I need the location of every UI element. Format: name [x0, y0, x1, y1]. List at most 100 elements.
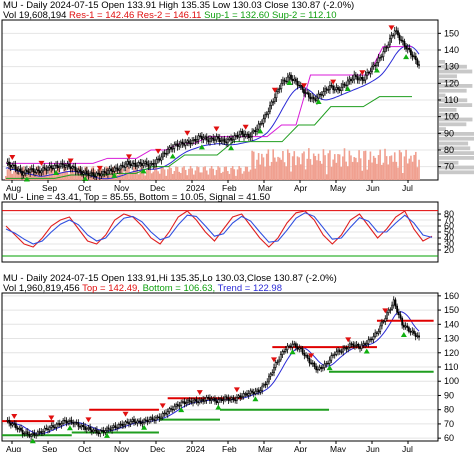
top-candle-body — [215, 136, 218, 141]
bot-candle-body — [406, 325, 409, 328]
bot-candle-body — [148, 419, 151, 423]
volume-bar — [282, 151, 284, 180]
top-candle-body — [359, 77, 362, 80]
volume-bar — [389, 156, 391, 180]
top-candle-body — [217, 136, 220, 139]
top-candle-body — [204, 136, 207, 139]
volume-bar — [414, 151, 417, 180]
top-candle-body — [303, 89, 305, 94]
top-candle-body — [63, 164, 66, 168]
volume-bar — [150, 173, 153, 180]
bot-candle-body — [362, 343, 365, 346]
top-candle-body — [150, 163, 153, 165]
top-candle-body — [154, 163, 156, 166]
top-candle-body — [129, 164, 132, 167]
volume-bar — [74, 175, 77, 180]
bot-tick-label: 100 — [444, 376, 459, 386]
volume-bar — [162, 166, 164, 180]
volume-bar — [405, 149, 407, 180]
bot-candle-body — [144, 419, 147, 421]
volume-bar — [380, 164, 383, 180]
volume-bar — [236, 169, 239, 180]
top-candle-body — [320, 94, 323, 96]
volume-bar — [152, 171, 155, 180]
top-candle-body — [35, 169, 38, 173]
volume-bar — [176, 166, 179, 180]
bot-candle-body — [187, 399, 189, 403]
top-candle-body — [141, 163, 143, 166]
volume-bar — [168, 166, 171, 180]
volume-bar — [350, 155, 352, 180]
bot-candle-body — [192, 400, 194, 404]
oscillator-title: MU - Line = 43.41, Top = 85.55, Bottom =… — [3, 192, 271, 203]
volume-bar — [189, 166, 192, 180]
top-tick-label: 100 — [444, 112, 459, 122]
bot-candle-body — [296, 346, 299, 350]
top-candle-body — [176, 143, 179, 147]
stock-chart: 70 80 90 100 110 120 130 140 150 Aug Sep Oct Nov Dec 2… — [0, 0, 474, 452]
top-candle-body — [260, 123, 263, 125]
bot-candle-body — [131, 419, 134, 422]
top-candle-body — [132, 162, 135, 165]
top-candle-body — [358, 78, 360, 81]
top-candle-body — [333, 89, 336, 91]
volume-bar — [197, 167, 200, 180]
res2-label: Res-2 = 146.11 — [136, 10, 202, 21]
bot-candle-body — [65, 420, 68, 424]
bot-candle-body — [109, 428, 112, 431]
bot-candle-body — [310, 362, 312, 365]
volume-bar — [413, 154, 415, 180]
top-candle-body — [367, 71, 370, 74]
bot-candle-body — [278, 359, 280, 363]
bot-tick-label: 60 — [444, 433, 454, 443]
bot-candle-body — [30, 434, 33, 437]
volume-bar — [408, 158, 411, 180]
volume-bar — [293, 151, 296, 180]
bot-candle-body — [18, 427, 21, 430]
top-candle-body — [197, 135, 200, 140]
bot-candle-body — [244, 393, 247, 395]
bottom-volume-label: Vol 1,960,819,456 — [3, 283, 80, 294]
top-candle-body — [275, 91, 278, 99]
bot-candle-body — [300, 347, 302, 350]
top-candle-body — [259, 123, 262, 125]
bot-candle-body — [158, 416, 161, 419]
volume-bar — [180, 173, 182, 180]
volume-bar — [358, 150, 360, 180]
volume-bar — [398, 150, 401, 180]
volume-bar — [249, 169, 252, 180]
bot-candle-body — [60, 423, 63, 426]
bot-candle-body — [70, 419, 73, 424]
bot-candle-body — [166, 411, 169, 415]
top-candle-body — [230, 137, 232, 141]
volume-profile-bar — [439, 88, 467, 93]
bot-candle-body — [288, 345, 291, 348]
bot-candle-body — [252, 392, 255, 395]
volume-bar — [167, 169, 169, 180]
volume-bar — [340, 166, 343, 180]
volume-bar — [244, 166, 247, 180]
top-candle-body — [22, 172, 25, 176]
bot-candle-body — [62, 420, 65, 424]
bot-candle-body — [21, 430, 24, 435]
bot-candle-body — [57, 423, 60, 425]
bot-candle-body — [153, 419, 156, 421]
top-candle-body — [40, 170, 43, 174]
top-candle-body — [194, 139, 197, 142]
bot-xtick-label: Nov — [114, 444, 130, 452]
bot-candle-body — [397, 312, 400, 316]
volume-bar — [239, 167, 242, 180]
volume-bar — [309, 159, 312, 180]
bot-candle-body — [338, 349, 341, 353]
bot-candle-body — [178, 405, 181, 407]
bot-candle-body — [399, 314, 402, 319]
bot-candle-body — [269, 373, 272, 377]
bot-candle-body — [402, 324, 405, 328]
volume-bar — [124, 170, 127, 180]
top-candle-body — [124, 163, 127, 168]
volume-bar — [387, 164, 390, 180]
top-candle-body — [314, 98, 317, 101]
top-candle-body — [115, 167, 117, 169]
bot-candle-body — [94, 429, 97, 431]
volume-bar — [382, 162, 385, 180]
